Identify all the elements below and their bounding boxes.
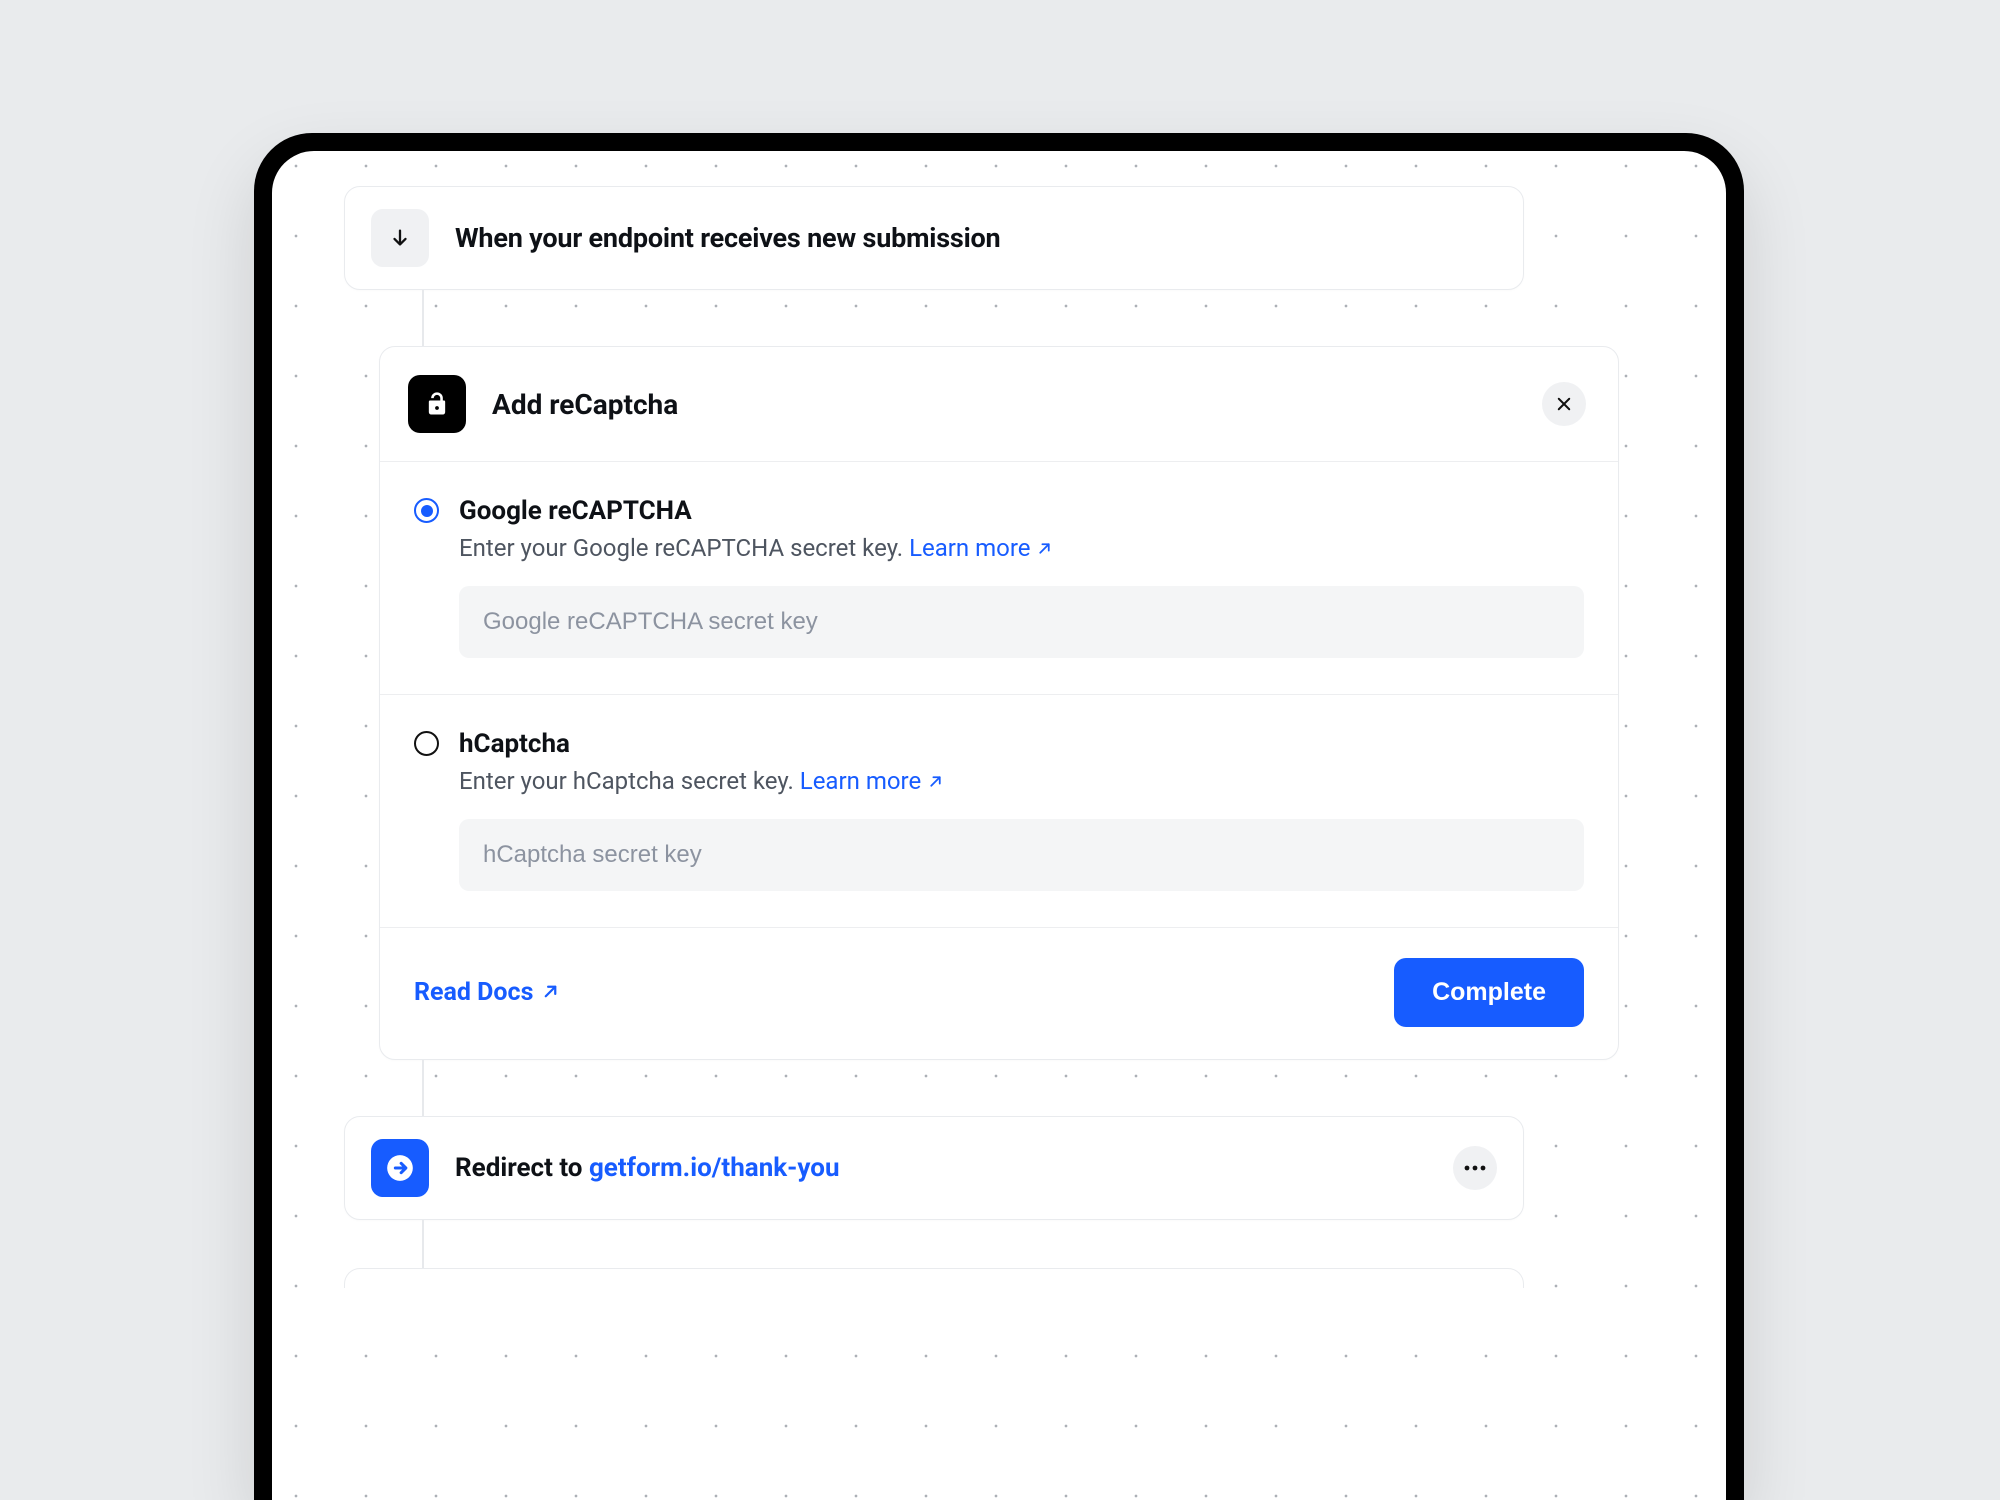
option-label: hCaptcha [459,729,1584,759]
read-docs-link[interactable]: Read Docs [414,978,560,1007]
connector-line [422,1060,424,1116]
trigger-title: When your endpoint receives new submissi… [455,222,1001,254]
option-description: Enter your hCaptcha secret key. Learn mo… [459,767,1584,795]
option-google-recaptcha: Google reCAPTCHA Enter your Google reCAP… [380,461,1618,694]
redirect-url: getform.io/thank-you [589,1153,840,1183]
next-step-stub [344,1268,1524,1288]
option-label: Google reCAPTCHA [459,496,1584,526]
screen: When your endpoint receives new submissi… [272,151,1726,1500]
external-link-icon [927,768,944,796]
arrow-right-icon [371,1139,429,1197]
option-hcaptcha: hCaptcha Enter your hCaptcha secret key.… [380,694,1618,927]
connector-line [422,1220,424,1268]
more-options-button[interactable] [1453,1146,1497,1190]
external-link-icon [1036,535,1053,563]
trigger-card[interactable]: When your endpoint receives new submissi… [344,186,1524,290]
learn-more-link[interactable]: Learn more [800,767,944,795]
complete-button[interactable]: Complete [1394,958,1584,1027]
hcaptcha-secret-input[interactable] [459,819,1584,891]
learn-more-link[interactable]: Learn more [909,534,1053,562]
step-header: Add reCaptcha [380,347,1618,461]
close-button[interactable] [1542,382,1586,426]
radio-google-recaptcha[interactable] [414,498,439,523]
arrow-down-icon [371,209,429,267]
step-footer: Read Docs Complete [380,927,1618,1059]
lock-icon [408,375,466,433]
ellipsis-icon [1464,1165,1486,1171]
redirect-title: Redirect to getform.io/thank-you [455,1153,1427,1183]
device-frame: When your endpoint receives new submissi… [254,133,1744,1500]
google-recaptcha-secret-input[interactable] [459,586,1584,658]
workflow-content: When your endpoint receives new submissi… [314,186,1684,1288]
option-description: Enter your Google reCAPTCHA secret key. … [459,534,1584,562]
step-title: Add reCaptcha [492,388,1516,421]
external-link-icon [541,979,560,1008]
connector-line [422,290,424,346]
recaptcha-step-card: Add reCaptcha Google reCAPTCHA Enter you… [379,346,1619,1060]
radio-hcaptcha[interactable] [414,731,439,756]
redirect-card[interactable]: Redirect to getform.io/thank-you [344,1116,1524,1220]
close-icon [1555,395,1573,413]
